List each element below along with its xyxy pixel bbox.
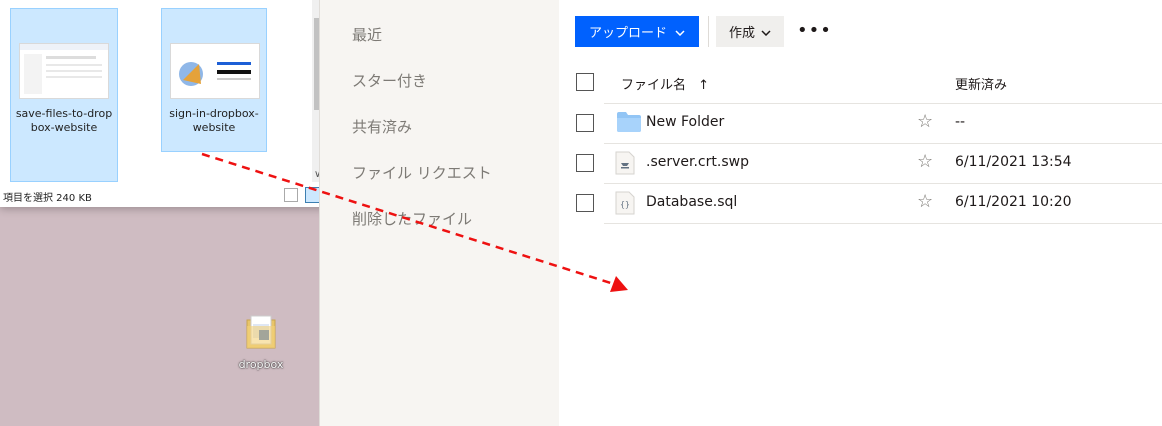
dropbox-sidebar: 最近 スター付き 共有済み ファイル リクエスト 削除したファイル xyxy=(319,0,559,426)
row-modified: 6/11/2021 13:54 xyxy=(955,154,1072,170)
explorer-status-bar: 項目を選択 240 KB xyxy=(0,184,330,207)
desktop-icon-dropbox[interactable]: dropbox xyxy=(234,312,288,371)
desktop-icon-label: dropbox xyxy=(238,358,284,371)
sidebar-item-shared[interactable]: 共有済み xyxy=(352,116,412,137)
row-modified: 6/11/2021 10:20 xyxy=(955,194,1072,210)
create-button[interactable]: 作成 xyxy=(716,16,784,47)
code-file-icon: {} xyxy=(615,191,635,219)
select-all-checkbox[interactable] xyxy=(576,73,594,91)
details-view-icon[interactable] xyxy=(284,188,298,202)
explorer-item-sign-in[interactable]: sign-in-dropbox-website xyxy=(161,8,267,152)
file-thumbnail xyxy=(170,43,260,99)
folder-icon xyxy=(245,312,277,352)
toolbar-divider xyxy=(708,16,709,47)
divider xyxy=(604,103,1162,104)
star-icon[interactable]: ☆ xyxy=(917,191,933,212)
file-thumbnail xyxy=(19,43,109,99)
divider xyxy=(604,143,1162,144)
file-icon xyxy=(615,151,635,179)
chevron-down-icon xyxy=(761,24,771,39)
row-checkbox[interactable] xyxy=(576,194,594,212)
explorer-item-caption: save-files-to-dropbox-website xyxy=(15,107,113,134)
sidebar-item-starred[interactable]: スター付き xyxy=(352,70,427,91)
column-header-name-label: ファイル名 xyxy=(621,78,687,93)
explorer-item-caption: sign-in-dropbox-website xyxy=(169,107,259,134)
row-checkbox[interactable] xyxy=(576,114,594,132)
file-explorer-window: save-files-to-dropbox-website sign-in-dr… xyxy=(0,0,330,207)
sort-arrow-icon: ↑ xyxy=(698,78,710,93)
row-name[interactable]: Database.sql xyxy=(646,194,737,210)
divider xyxy=(604,223,1162,224)
status-text: 項目を選択 240 KB xyxy=(3,193,92,204)
divider xyxy=(604,183,1162,184)
explorer-item-save-files[interactable]: save-files-to-dropbox-website xyxy=(10,8,118,182)
sidebar-item-recent[interactable]: 最近 xyxy=(352,24,382,45)
column-header-modified[interactable]: 更新済み xyxy=(955,74,1007,93)
more-options-icon[interactable]: ••• xyxy=(797,20,832,41)
upload-button[interactable]: アップロード xyxy=(575,16,699,47)
dropbox-main: アップロード 作成 ••• ファイル名 ↑ 更新済み New Folder ☆ … xyxy=(559,0,1162,426)
folder-icon xyxy=(617,112,641,136)
chevron-down-icon xyxy=(675,24,685,39)
row-modified: -- xyxy=(955,114,966,130)
create-button-label: 作成 xyxy=(728,25,755,40)
sidebar-item-deleted-files[interactable]: 削除したファイル xyxy=(352,208,472,229)
svg-text:{}: {} xyxy=(620,200,630,209)
sidebar-item-file-requests[interactable]: ファイル リクエスト xyxy=(352,162,492,183)
star-icon[interactable]: ☆ xyxy=(917,151,933,172)
column-header-name[interactable]: ファイル名 ↑ xyxy=(621,74,709,93)
row-checkbox[interactable] xyxy=(576,154,594,172)
row-name[interactable]: .server.crt.swp xyxy=(646,154,749,170)
upload-button-label: アップロード xyxy=(588,25,667,40)
row-name[interactable]: New Folder xyxy=(646,114,724,130)
star-icon[interactable]: ☆ xyxy=(917,111,933,132)
